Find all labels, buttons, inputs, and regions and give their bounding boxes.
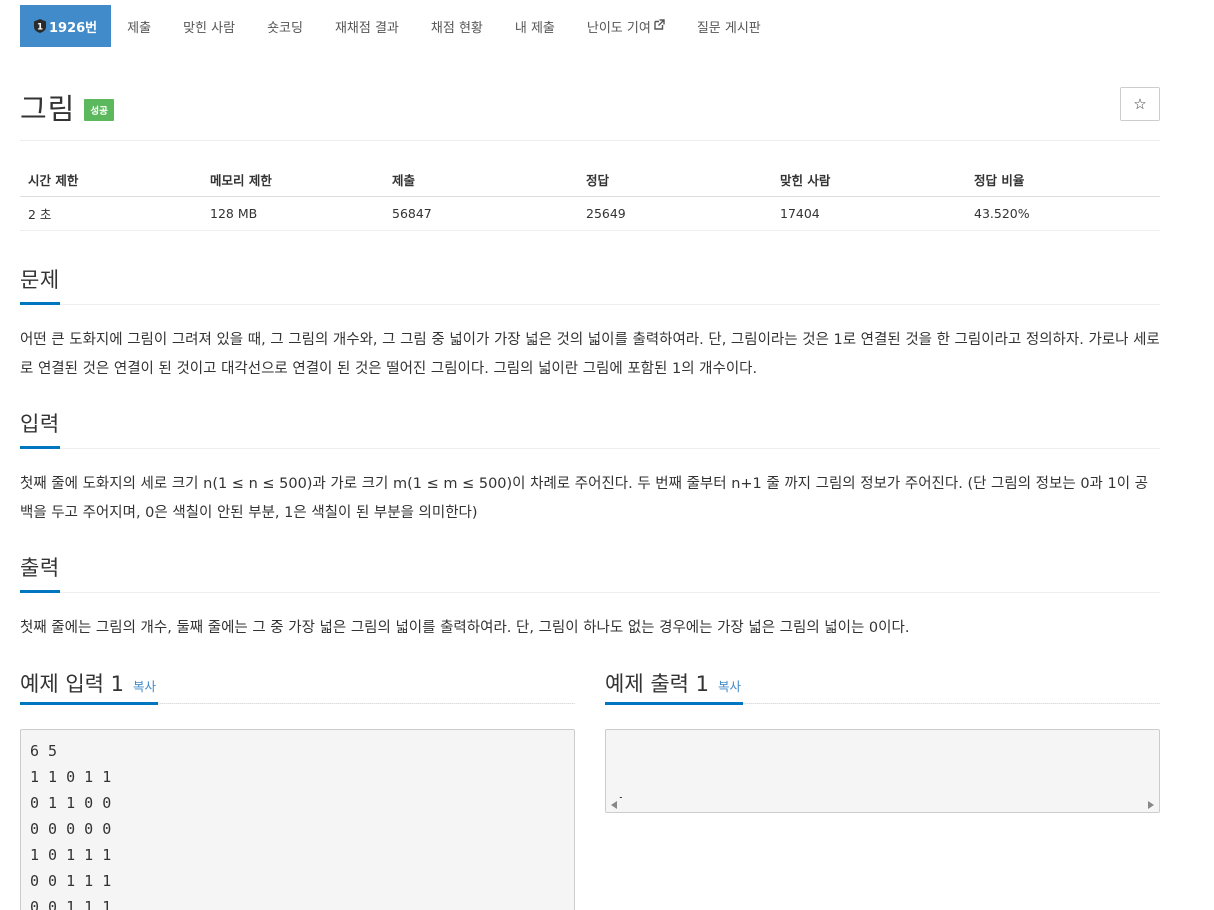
svg-text:1: 1 — [37, 23, 43, 33]
scroll-right-icon[interactable] — [1148, 801, 1154, 809]
tab-rejudge[interactable]: 재채점 결과 — [319, 5, 415, 47]
sample-output-header: 예제 출력 1 복사 — [605, 668, 741, 698]
header-solved-users: 맞힌 사람 — [772, 164, 966, 197]
tab-problem-label: 1926번 — [49, 20, 98, 36]
accept-ratio-value: 43.520% — [966, 196, 1160, 231]
horizontal-scrollbar[interactable] — [606, 798, 1159, 812]
header-accepted: 정답 — [578, 164, 772, 197]
copy-sample-output-button[interactable]: 복사 — [718, 676, 741, 695]
tab-submit[interactable]: 제출 — [111, 5, 167, 47]
submissions-value: 56847 — [384, 196, 578, 231]
section-description: 문제 — [20, 264, 1160, 305]
memory-limit-value: 128 MB — [202, 196, 384, 231]
problem-header: 그림 성공 — [20, 86, 114, 128]
table-header-row: 시간 제한 메모리 제한 제출 정답 맞힌 사람 정답 비율 — [20, 164, 1160, 197]
page-title: 그림 — [20, 92, 76, 126]
divider — [20, 448, 1160, 449]
problem-info-table: 시간 제한 메모리 제한 제출 정답 맞힌 사람 정답 비율 2 초 128 M… — [20, 164, 1160, 231]
tab-difficulty[interactable]: 난이도 기여 — [571, 5, 681, 47]
tab-qna-board[interactable]: 질문 게시판 — [681, 5, 777, 47]
table-row: 2 초 128 MB 56847 25649 17404 43.520% — [20, 196, 1160, 231]
section-title: 입력 — [20, 408, 60, 449]
header-submissions: 제출 — [384, 164, 578, 197]
divider — [20, 140, 1160, 141]
favorite-button[interactable]: ☆ — [1120, 87, 1160, 121]
description-text: 어떤 큰 도화지에 그림이 그려져 있을 때, 그 그림의 개수와, 그 그림 … — [20, 332, 1160, 377]
star-icon: ☆ — [1133, 95, 1147, 113]
copy-sample-input-button[interactable]: 복사 — [133, 676, 156, 695]
divider — [20, 304, 1160, 305]
input-text: 첫째 줄에 도화지의 세로 크기 n(1 ≤ n ≤ 500)과 가로 크기 m… — [20, 476, 1149, 521]
section-title: 문제 — [20, 264, 60, 305]
tab-my-submissions[interactable]: 내 제출 — [499, 5, 571, 47]
sample-input-underline — [20, 702, 158, 705]
tier-icon: 1 — [34, 19, 46, 33]
header-memory-limit: 메모리 제한 — [202, 164, 384, 197]
tab-solved-users[interactable]: 맞힌 사람 — [167, 5, 251, 47]
section-title: 출력 — [20, 552, 60, 593]
tab-difficulty-label: 난이도 기여 — [586, 20, 651, 36]
sample-input-box[interactable]: 6 5 1 1 0 1 1 0 1 1 0 0 0 0 0 0 0 1 0 1 … — [20, 729, 575, 910]
sample-input-title: 예제 입력 1 — [20, 672, 124, 696]
tab-status[interactable]: 채점 현황 — [415, 5, 499, 47]
output-text: 첫째 줄에는 그림의 개수, 둘째 줄에는 그 중 가장 넓은 그림의 넓이를 … — [20, 620, 910, 636]
status-badge: 성공 — [84, 99, 114, 121]
tab-problem[interactable]: 1 1926번 — [20, 5, 112, 47]
sample-output-title: 예제 출력 1 — [605, 672, 709, 696]
divider — [20, 592, 1160, 593]
scroll-left-icon[interactable] — [611, 801, 617, 809]
section-output: 출력 — [20, 552, 1160, 593]
time-limit-value: 2 초 — [20, 196, 202, 231]
external-link-icon — [654, 18, 665, 34]
header-time-limit: 시간 제한 — [20, 164, 202, 197]
sample-output-underline — [605, 702, 743, 705]
section-input: 입력 — [20, 408, 1160, 449]
sample-output-box[interactable]: 4 9 — [605, 729, 1160, 813]
solved-users-value: 17404 — [772, 196, 966, 231]
header-accept-ratio: 정답 비율 — [966, 164, 1160, 197]
sample-input-header: 예제 입력 1 복사 — [20, 668, 156, 698]
accepted-value: 25649 — [578, 196, 772, 231]
tab-short-coding[interactable]: 숏코딩 — [251, 5, 319, 47]
problem-menu: 1 1926번 제출 맞힌 사람 숏코딩 재채점 결과 채점 현황 내 제출 난… — [20, 5, 777, 47]
